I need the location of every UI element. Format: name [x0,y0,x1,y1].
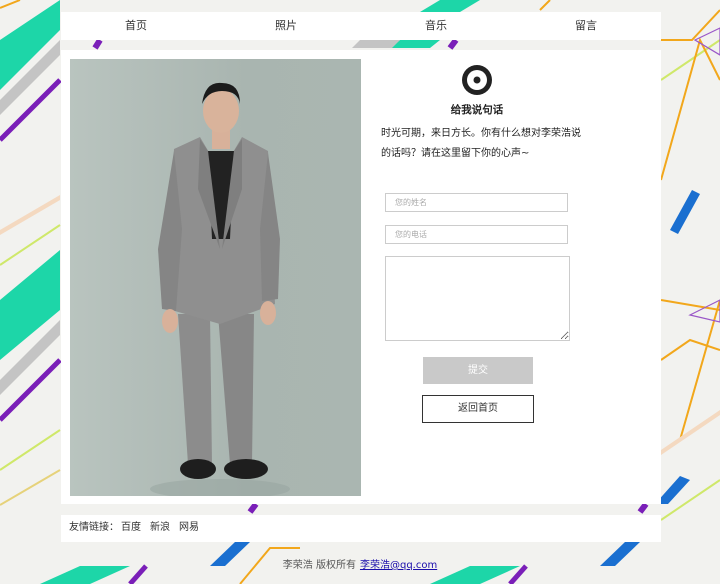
contact-form: 给我说句话 时光可期，来日方长。你有什么想对李荣浩说 的话吗？请在这里留下你的心… [381,50,641,504]
main-panel: 给我说句话 时光可期，来日方长。你有什么想对李荣浩说 的话吗？请在这里留下你的心… [61,50,661,504]
copyright-text: 李荣浩 版权所有 [282,560,356,571]
top-nav: 首页 照片 音乐 留言 [61,12,661,40]
intro-line-1: 时光可期，来日方长。你有什么想对李荣浩说 [381,128,581,139]
name-input[interactable] [385,193,568,212]
nav-item-home[interactable]: 首页 [61,12,211,40]
friend-link-netease[interactable]: 网易 [179,522,199,533]
footer: 李荣浩 版权所有 李荣浩@qq.com [0,556,720,571]
message-textarea[interactable] [385,256,570,341]
phone-input[interactable] [385,225,568,244]
form-title: 给我说句话 [450,104,504,116]
friend-link-baidu[interactable]: 百度 [121,522,141,533]
email-link[interactable]: 李荣浩@qq.com [360,560,437,571]
friend-links-label: 友情链接： [69,522,119,533]
nav-item-music[interactable]: 音乐 [361,12,511,40]
nav-item-messages[interactable]: 留言 [511,12,661,40]
artist-photo [70,59,361,496]
nav-item-photos[interactable]: 照片 [211,12,361,40]
friend-link-sina[interactable]: 新浪 [150,522,170,533]
friend-links-bar: 友情链接： 百度 新浪 网易 [61,515,661,542]
form-intro: 时光可期，来日方长。你有什么想对李荣浩说 的话吗？请在这里留下你的心声~ [381,124,581,164]
intro-line-2: 的话吗？请在这里留下你的心声~ [381,148,530,159]
vinyl-record-icon [462,65,492,95]
back-home-button[interactable]: 返回首页 [422,395,534,423]
submit-button[interactable]: 提交 [423,357,533,384]
